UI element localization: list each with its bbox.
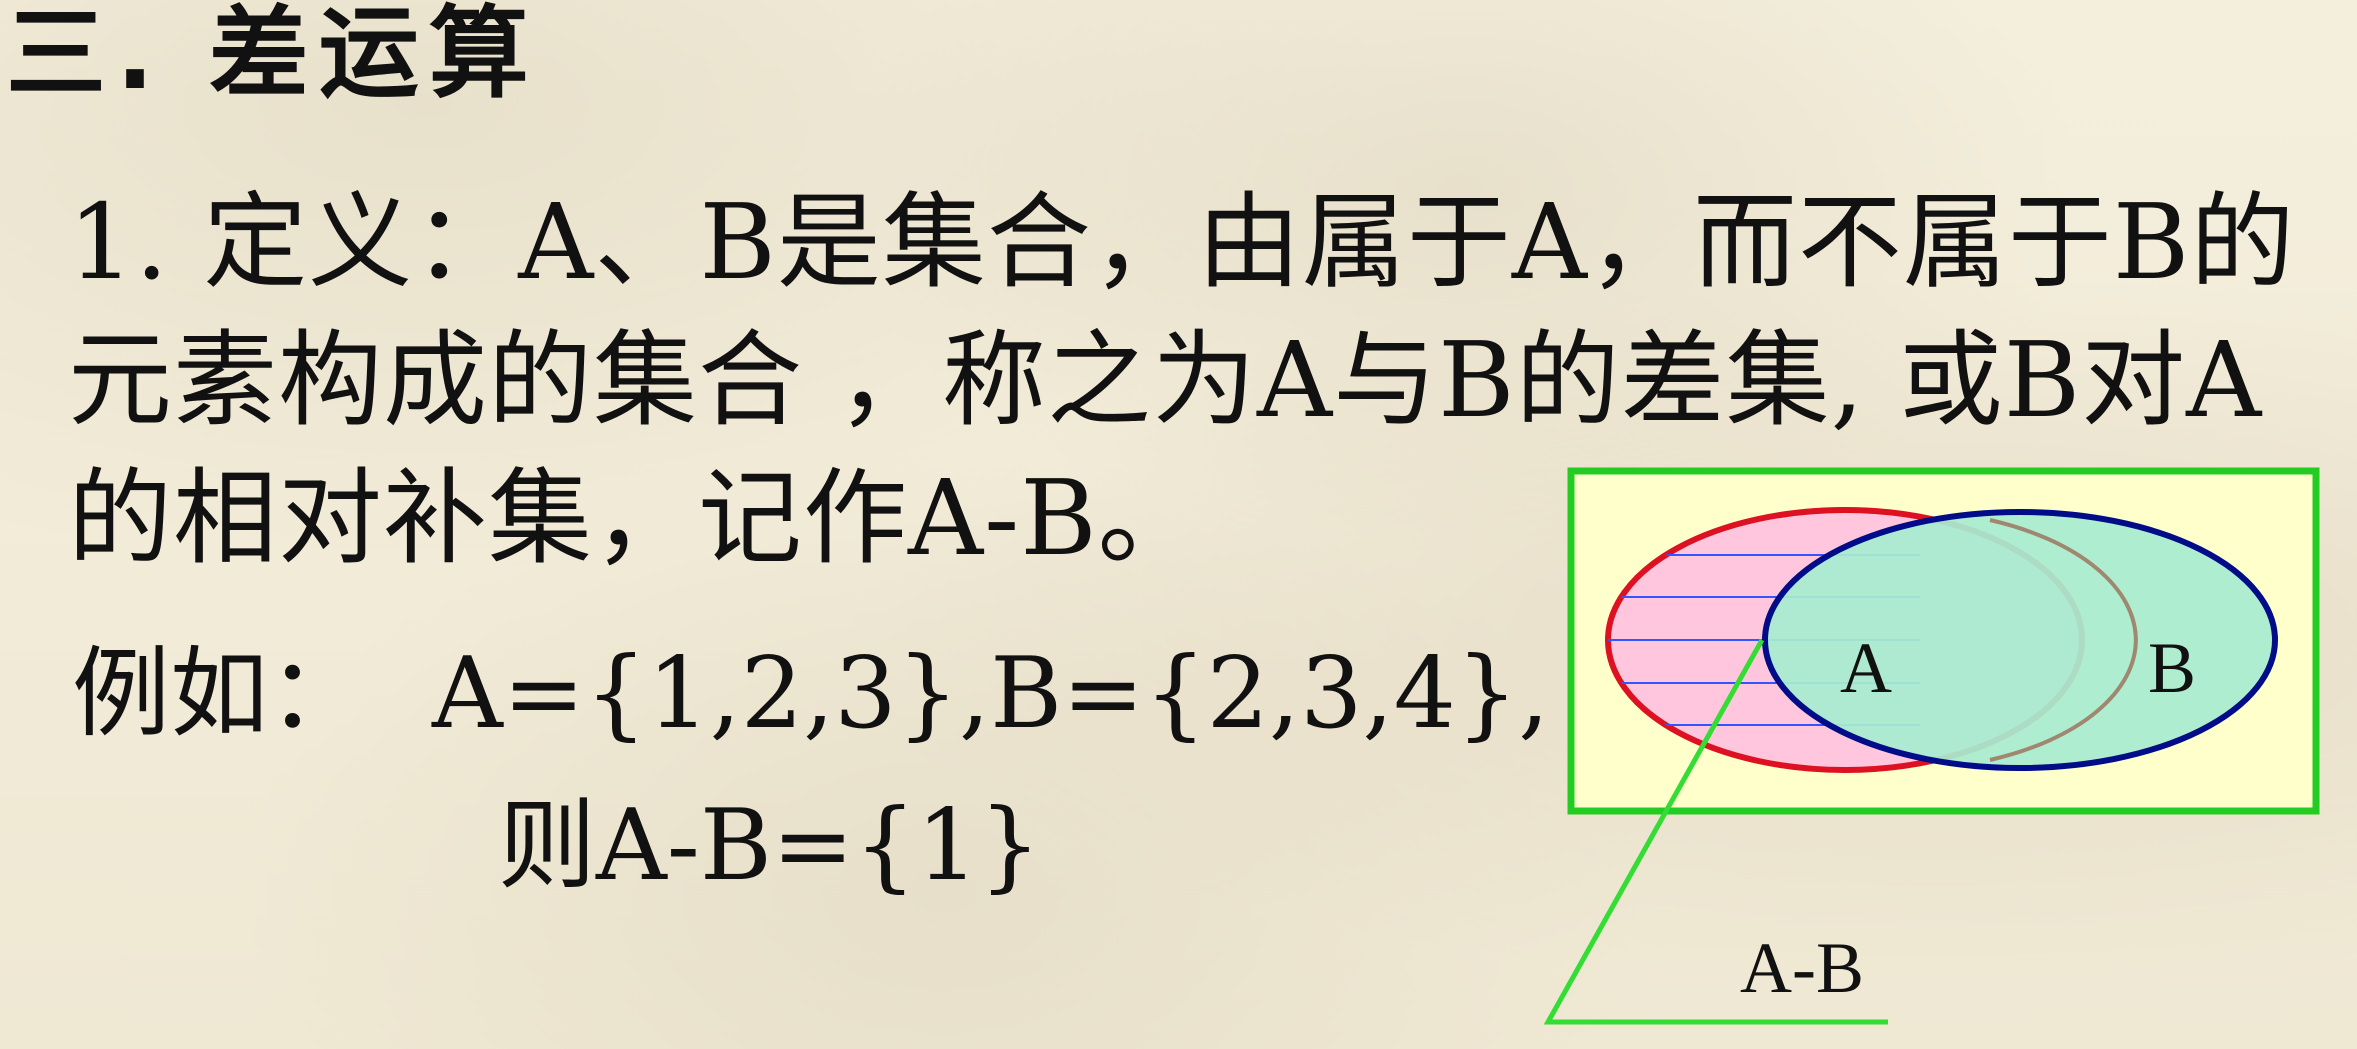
definition-line-2: 元素构成的集合 ，称之为A与B的差集, 或B对A	[68, 319, 2263, 441]
example-sets: A={1,2,3},B={2,3,4},	[432, 637, 1550, 751]
definition-line-3: 的相对补集，记作A-B。	[68, 457, 1203, 579]
definition-line-1: 1. 定义：A、B是集合，由属于A，而不属于B的	[68, 181, 2296, 303]
section-title: 三. 差运算	[6, 0, 539, 112]
example-block: 例如： A={1,2,3},B={2,3,4},	[72, 645, 1549, 743]
example-result: 则A-B={1}	[498, 789, 1042, 903]
example-label: 例如：	[72, 637, 367, 751]
definition-block: 1. 定义：A、B是集合，由属于A，而不属于B的 元素构成的集合 ，称之为A与B…	[68, 190, 2338, 604]
